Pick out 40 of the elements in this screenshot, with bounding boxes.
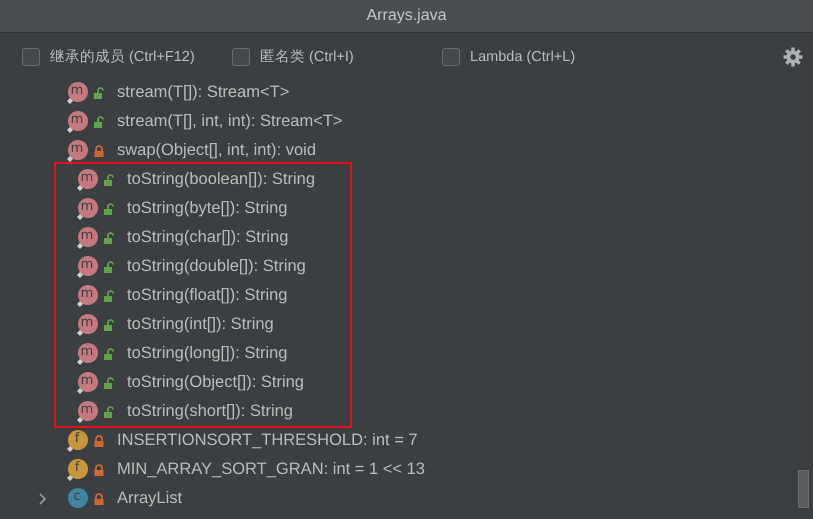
method-icon: m bbox=[66, 80, 88, 104]
chevron-right-icon[interactable] bbox=[38, 492, 48, 504]
method-icon: m bbox=[66, 110, 88, 134]
tree-item[interactable]: m toString(boolean[]): String bbox=[56, 165, 350, 194]
tree-item[interactable]: m stream(T[], int, int): Stream<T> bbox=[0, 107, 813, 136]
tree-item[interactable]: m swap(Object[], int, int): void bbox=[0, 136, 813, 165]
tree-item[interactable]: m toString(long[]): String bbox=[56, 339, 350, 368]
tree-item[interactable]: f MIN_ARRAY_SORT_GRAN: int = 1 << 13 bbox=[0, 455, 813, 484]
tree-item[interactable]: m stream(T[]): Stream<T> bbox=[0, 78, 813, 107]
tree-item[interactable]: f INSERTIONSORT_THRESHOLD: int = 7 bbox=[0, 426, 813, 455]
scrollbar-thumb[interactable] bbox=[798, 470, 809, 508]
class-icon: c bbox=[66, 486, 88, 510]
method-icon: m bbox=[76, 168, 98, 192]
method-icon: m bbox=[76, 342, 98, 366]
tree-item[interactable]: m toString(double[]): String bbox=[56, 252, 350, 281]
tree-item[interactable]: m toString(float[]): String bbox=[56, 281, 350, 310]
method-icon: m bbox=[76, 254, 98, 278]
window-title: Arrays.java bbox=[366, 7, 447, 25]
tree-item[interactable]: m toString(int[]): String bbox=[56, 310, 350, 339]
checkbox-label[interactable]: 继承的成员 (Ctrl+F12) bbox=[50, 47, 195, 66]
tree-item[interactable]: m toString(Object[]): String bbox=[56, 368, 350, 397]
method-icon: m bbox=[76, 196, 98, 220]
settings-icon[interactable] bbox=[783, 46, 803, 66]
tree-item[interactable]: m toString(char[]): String bbox=[56, 223, 350, 252]
checkbox[interactable] bbox=[442, 48, 460, 66]
method-icon: m bbox=[76, 370, 98, 394]
method-icon: m bbox=[76, 284, 98, 308]
tree-item[interactable]: m toString(byte[]): String bbox=[56, 194, 350, 223]
method-icon: m bbox=[76, 226, 98, 250]
checkbox[interactable] bbox=[22, 48, 40, 66]
tree-item[interactable]: m toString(short[]): String bbox=[56, 397, 350, 426]
field-icon: f bbox=[66, 458, 88, 482]
method-icon: m bbox=[76, 312, 98, 336]
checkbox-label[interactable]: Lambda (Ctrl+L) bbox=[470, 48, 576, 64]
method-icon: m bbox=[76, 400, 98, 424]
checkbox[interactable] bbox=[232, 48, 250, 66]
tree-item[interactable]: c ArrayList bbox=[0, 484, 813, 513]
field-icon: f bbox=[66, 428, 88, 452]
checkbox-label[interactable]: 匿名类 (Ctrl+I) bbox=[260, 47, 354, 66]
method-icon: m bbox=[66, 138, 88, 162]
